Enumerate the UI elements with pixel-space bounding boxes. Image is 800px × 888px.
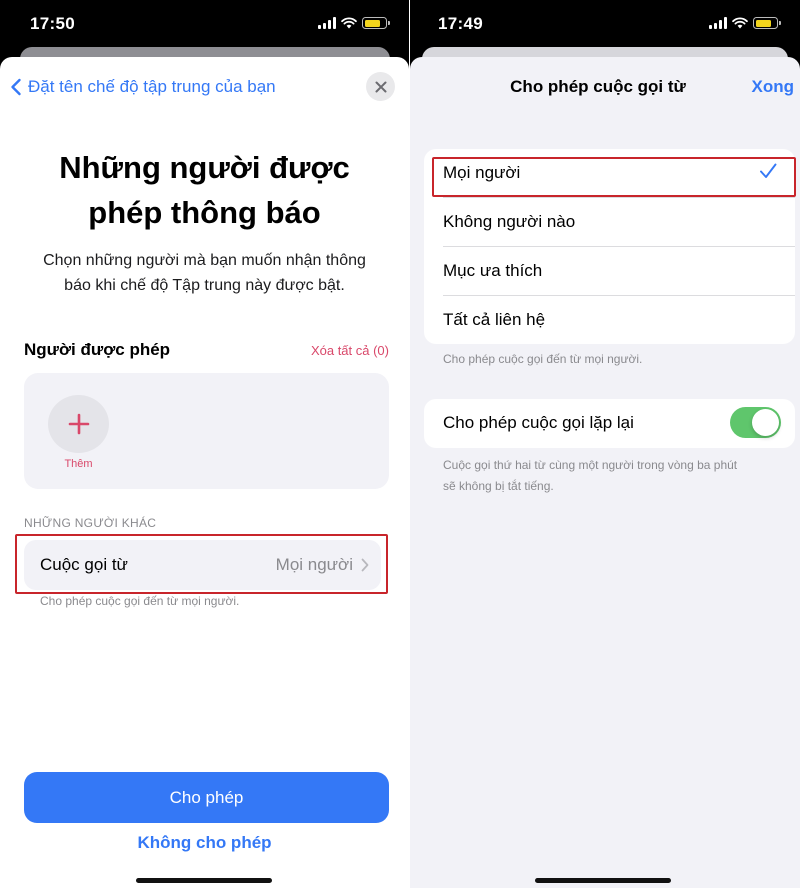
toggle-knob <box>752 409 779 436</box>
status-bar: 17:50 <box>0 0 409 48</box>
battery-icon <box>753 17 781 29</box>
footnote-line: Cuộc gọi thứ hai từ cùng một người trong… <box>443 458 738 472</box>
page-title-line: Những người được <box>59 150 350 185</box>
page-subtitle: Chọn những người mà bạn muốn nhận thông … <box>24 248 385 298</box>
options-footnote: Cho phép cuộc gọi đến từ mọi người. <box>443 352 643 366</box>
cellular-signal-icon <box>318 17 336 29</box>
battery-icon <box>362 17 390 29</box>
repeated-calls-label: Cho phép cuộc gọi lặp lại <box>443 413 634 432</box>
nav-title: Cho phép cuộc gọi từ <box>510 77 686 96</box>
left-screen: 17:50 Đặt tên chế độ tập trung của bạn N… <box>0 0 409 888</box>
repeated-calls-footnote: Cuộc gọi thứ hai từ cùng một người trong… <box>443 455 788 497</box>
option-label: Tất cả liên hệ <box>443 310 546 329</box>
right-screen: 17:49 Cho phép cuộc gọi từ Xong Mọi ngườ… <box>410 0 800 888</box>
repeated-calls-row: Cho phép cuộc gọi lặp lại <box>424 399 795 448</box>
close-icon <box>375 81 386 92</box>
status-time: 17:50 <box>30 14 75 33</box>
allowed-people-title: Người được phép <box>24 340 171 359</box>
status-icons <box>318 16 390 30</box>
status-time: 17:49 <box>438 14 483 33</box>
allow-button[interactable]: Cho phép <box>24 772 389 823</box>
close-button[interactable] <box>366 72 395 101</box>
option-label: Không người nào <box>443 212 576 231</box>
highlight-box <box>432 157 796 197</box>
calls-from-footnote: Cho phép cuộc gọi đến từ mọi người. <box>40 594 240 608</box>
allowed-people-box: Thêm <box>24 373 389 489</box>
calls-from-sheet: Cho phép cuộc gọi từ Xong Mọi người Khôn… <box>410 57 800 888</box>
subtitle-line: Chọn những người mà bạn muốn nhận thông <box>43 252 366 269</box>
clear-all-button[interactable]: Xóa tất cả (0) <box>311 343 389 358</box>
repeated-calls-toggle[interactable] <box>730 407 781 438</box>
page-title-line: phép thông báo <box>88 195 321 230</box>
home-indicator[interactable] <box>535 878 671 883</box>
option-favorites[interactable]: Mục ưa thích <box>424 247 795 296</box>
option-label: Mục ưa thích <box>443 261 543 280</box>
page-title: Những người được phép thông báo <box>0 145 409 235</box>
option-no-one[interactable]: Không người nào <box>424 198 795 247</box>
deny-button[interactable]: Không cho phép <box>0 833 409 853</box>
cellular-signal-icon <box>709 17 727 29</box>
option-all-contacts[interactable]: Tất cả liên hệ <box>424 296 795 345</box>
add-person-label: Thêm <box>64 458 93 470</box>
done-button[interactable]: Xong <box>752 77 795 97</box>
back-button[interactable]: Đặt tên chế độ tập trung của bạn <box>10 77 276 97</box>
chevron-left-icon <box>11 78 21 96</box>
wifi-icon <box>341 17 357 29</box>
plus-icon <box>68 413 89 435</box>
back-label: Đặt tên chế độ tập trung của bạn <box>28 77 276 96</box>
status-icons <box>709 16 781 30</box>
status-bar: 17:49 <box>410 0 800 48</box>
subtitle-line: báo khi chế độ Tập trung này được bật. <box>64 277 345 294</box>
add-person-button[interactable] <box>48 395 109 453</box>
highlight-box <box>15 534 388 594</box>
others-section-header: NHỮNG NGƯỜI KHÁC <box>24 516 157 530</box>
focus-people-sheet: Đặt tên chế độ tập trung của bạn Những n… <box>0 57 409 888</box>
footnote-line: sẽ không bị tắt tiếng. <box>443 479 554 493</box>
home-indicator[interactable] <box>136 878 272 883</box>
wifi-icon <box>732 17 748 29</box>
